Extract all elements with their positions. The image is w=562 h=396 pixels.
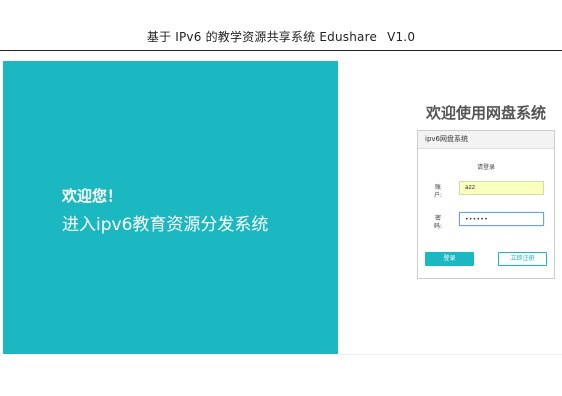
login-card: ipv6网盘系统 请登录 账 户: 密 码: •••••• 登录 立即注册: [417, 130, 555, 279]
login-prompt: 请登录: [476, 164, 495, 171]
register-button[interactable]: 立即注册: [498, 252, 547, 266]
password-label-line1: 密: [434, 215, 441, 222]
login-card-header: ipv6网盘系统: [418, 131, 554, 149]
username-label: 账 户:: [433, 184, 443, 200]
login-button[interactable]: 登录: [425, 252, 474, 266]
welcome-heading: 欢迎您！: [62, 187, 123, 205]
username-label-line2: 户:: [433, 192, 443, 199]
username-label-line1: 账: [434, 184, 441, 191]
header-rule: [0, 50, 562, 51]
welcome-panel: [3, 61, 338, 354]
password-input[interactable]: ••••••: [459, 212, 544, 226]
document-header: 基于 IPv6 的教学资源共享系统 Edushare V1.0: [0, 30, 562, 44]
password-label: 密 码:: [433, 215, 443, 231]
username-input[interactable]: [459, 181, 544, 195]
document-version: V1.0: [387, 30, 416, 44]
password-label-line2: 码:: [433, 223, 443, 230]
login-panel-title: 欢迎使用网盘系统: [426, 104, 547, 122]
document-title: 基于 IPv6 的教学资源共享系统 Edushare: [146, 30, 378, 44]
welcome-subtitle: 进入ipv6教育资源分发系统: [62, 215, 269, 235]
